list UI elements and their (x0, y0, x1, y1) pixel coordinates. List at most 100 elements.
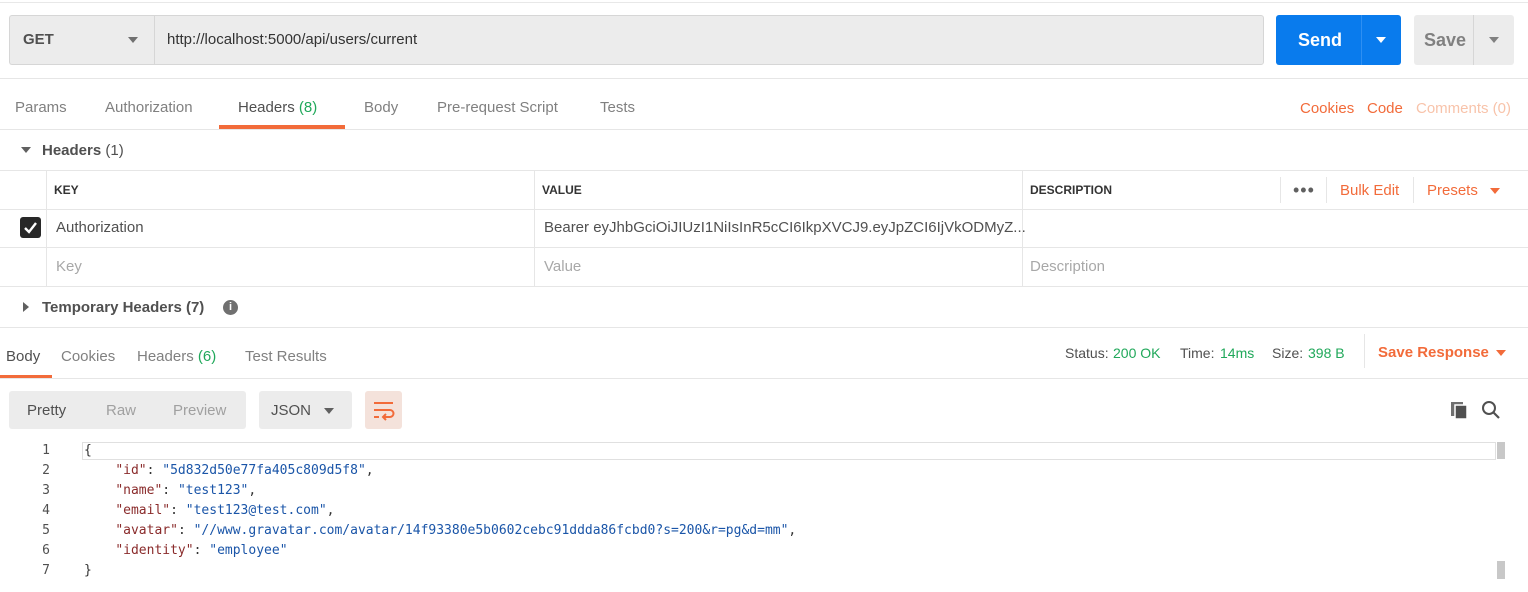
line-number: 1 (42, 443, 50, 458)
tab-pre-request-script[interactable]: Pre-request Script (437, 99, 558, 116)
wrap-lines-button[interactable] (365, 391, 402, 429)
chevron-down-icon[interactable] (1490, 188, 1500, 194)
column-header-value: VALUE (542, 183, 582, 197)
json-punct: , (365, 463, 374, 478)
tab-authorization[interactable]: Authorization (105, 99, 193, 116)
headers-section-title[interactable]: Headers (1) (42, 142, 124, 159)
bulk-edit-link[interactable]: Bulk Edit (1340, 182, 1399, 199)
tab-label: Headers (238, 99, 295, 116)
json-key: "identity" (115, 543, 194, 558)
send-options-chevron-icon[interactable] (1376, 37, 1386, 43)
code-line: "identity": "employee" (115, 543, 288, 558)
json-punct: , (788, 523, 797, 538)
view-raw-button[interactable]: Raw (106, 402, 136, 419)
divider (0, 286, 1528, 287)
code-link[interactable]: Code (1367, 100, 1403, 117)
divider (0, 378, 1528, 379)
json-key: "avatar" (115, 523, 178, 538)
code-line: } (84, 563, 92, 578)
column-divider (534, 170, 535, 287)
divider (0, 247, 1528, 248)
size-label: Size: (1272, 345, 1304, 361)
json-value: "employee" (209, 543, 288, 558)
time-value: 14ms (1220, 345, 1255, 361)
code-line: { (84, 443, 92, 458)
column-header-key: KEY (54, 183, 79, 197)
tab-response-body[interactable]: Body (6, 348, 40, 365)
url-text: http://localhost:5000/api/users/current (167, 31, 418, 48)
comments-link[interactable]: Comments (0) (1416, 100, 1511, 117)
tab-params[interactable]: Params (15, 99, 67, 116)
json-punct: , (326, 503, 335, 518)
divider (0, 327, 1528, 328)
scrollbar-thumb[interactable] (1497, 442, 1505, 459)
size-value: 398 B (1308, 345, 1345, 361)
json-value: "test123@test.com" (185, 503, 327, 518)
section-label: Headers (42, 142, 102, 159)
json-value: "//www.gravatar.com/avatar/14f93380e5b06… (193, 523, 789, 538)
line-number: 5 (42, 523, 50, 538)
save-options-chevron-icon[interactable] (1489, 37, 1499, 43)
column-divider (46, 170, 47, 287)
view-pretty-button[interactable]: Pretty (27, 402, 66, 419)
tab-response-headers[interactable]: Headers (6) (137, 348, 216, 365)
line-number: 7 (42, 563, 50, 578)
line-number: 3 (42, 483, 50, 498)
tab-count: (6) (197, 348, 217, 365)
copy-icon[interactable] (1449, 400, 1469, 425)
tab-response-cookies[interactable]: Cookies (61, 348, 115, 365)
divider (0, 78, 1528, 79)
top-border (0, 2, 1528, 3)
more-options-icon[interactable]: ••• (1293, 180, 1315, 201)
tab-test-results[interactable]: Test Results (245, 348, 327, 365)
wrap-icon (374, 402, 395, 421)
line-number: 6 (42, 543, 50, 558)
new-key-input[interactable]: Key (56, 258, 82, 275)
column-divider (1326, 177, 1327, 203)
time-label: Time: (1180, 345, 1215, 361)
collapse-caret-icon[interactable] (21, 147, 31, 153)
divider (0, 170, 1528, 171)
chevron-down-icon[interactable] (1496, 350, 1506, 356)
temporary-headers-title[interactable]: Temporary Headers (7) (42, 299, 204, 316)
presets-dropdown[interactable]: Presets (1427, 182, 1478, 199)
header-value-cell[interactable]: Bearer eyJhbGciOiJIUzI1NiIsInR5cCI6IkpXV… (544, 219, 1026, 236)
code-line: "email": "test123@test.com", (115, 503, 335, 518)
line-number: 4 (42, 503, 50, 518)
json-punct: , (248, 483, 257, 498)
info-icon[interactable]: i (223, 300, 238, 315)
json-key: "email" (115, 503, 171, 518)
tab-label: Params (15, 99, 67, 116)
save-label: Save (1424, 30, 1467, 50)
tab-count: (8) (298, 99, 318, 116)
new-description-input[interactable]: Description (1030, 258, 1105, 275)
json-value: "test123" (177, 483, 249, 498)
tab-label: Authorization (105, 99, 193, 116)
tab-label: Headers (137, 348, 194, 365)
divider (0, 209, 1528, 210)
new-value-input[interactable]: Value (544, 258, 581, 275)
tab-body[interactable]: Body (364, 99, 398, 116)
method-label: GET (23, 31, 54, 48)
code-line: "id": "5d832d50e77fa405c809d5f8", (115, 463, 374, 478)
presets-label: Presets (1427, 182, 1478, 199)
send-divider (1361, 15, 1362, 65)
status-value: 200 OK (1113, 345, 1161, 361)
view-preview-button[interactable]: Preview (173, 402, 226, 419)
column-divider (1280, 177, 1281, 203)
scrollbar-thumb[interactable] (1497, 561, 1505, 579)
json-key: "name" (115, 483, 163, 498)
line-number: 2 (42, 463, 50, 478)
format-label: JSON (271, 402, 312, 419)
header-key-cell[interactable]: Authorization (56, 219, 144, 236)
header-enabled-checkbox[interactable] (20, 217, 41, 238)
section-label: Temporary Headers (42, 299, 182, 316)
tab-tests[interactable]: Tests (600, 99, 635, 116)
json-key: "id" (115, 463, 147, 478)
cookies-link[interactable]: Cookies (1300, 100, 1354, 117)
search-icon[interactable] (1481, 400, 1501, 425)
expand-caret-icon[interactable] (23, 302, 29, 312)
save-response-button[interactable]: Save Response (1378, 344, 1489, 361)
divider (0, 129, 1528, 130)
tab-headers[interactable]: Headers (8) (238, 99, 317, 116)
